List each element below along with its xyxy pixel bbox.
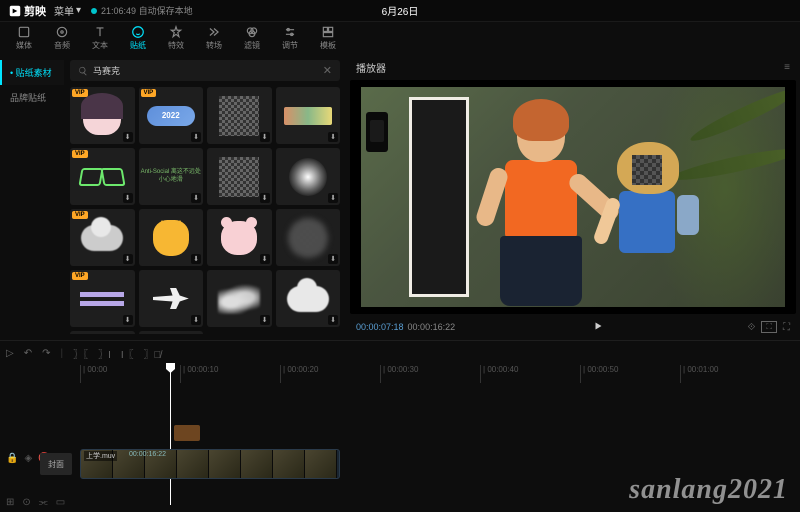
vip-badge: VIP bbox=[72, 211, 88, 219]
sticker-item[interactable]: ⬇ bbox=[207, 87, 272, 144]
sticker-item[interactable] bbox=[139, 331, 204, 334]
download-icon[interactable]: ⬇ bbox=[328, 132, 338, 142]
sticker-item[interactable]: VIP ⬇ bbox=[70, 148, 135, 205]
autosave-status: 21:06:49 自动保存本地 bbox=[91, 4, 193, 17]
download-icon[interactable]: ⬇ bbox=[328, 254, 338, 264]
category-tabs: 媒体 音频 文本 贴纸 特效 转场 滤镜 调节 模板 bbox=[0, 22, 800, 54]
sticker-side-nav: • 贴纸素材 品牌贴纸 bbox=[0, 54, 64, 340]
clip-duration: 00:00:16:22 bbox=[129, 451, 166, 458]
fullscreen-icon[interactable]: ⛶ bbox=[783, 322, 790, 333]
menu-button[interactable]: 菜单 ▾ bbox=[54, 3, 81, 18]
search-input[interactable] bbox=[88, 66, 323, 76]
sticker-item[interactable]: ⬇ bbox=[139, 209, 204, 266]
sticker-item[interactable]: ⬇ bbox=[276, 270, 341, 327]
sticker-item[interactable]: VIP ⬇ bbox=[70, 270, 135, 327]
preview-title: 播放器 bbox=[356, 60, 386, 75]
timeline-ruler[interactable]: | 00:00 | 00:00:10 | 00:00:20 | 00:00:30… bbox=[0, 365, 800, 383]
split-left-icon[interactable]: 〗I bbox=[98, 346, 111, 361]
preview-cut-icon[interactable]: ▭ bbox=[56, 497, 65, 508]
vip-badge: VIP bbox=[72, 272, 88, 280]
tab-adjust[interactable]: 调节 bbox=[272, 23, 308, 53]
side-item-brand[interactable]: 品牌贴纸 bbox=[0, 85, 64, 110]
download-icon[interactable]: ⬇ bbox=[191, 315, 201, 325]
vip-badge: VIP bbox=[141, 89, 157, 97]
sticker-item[interactable]: VIP ⬇ bbox=[70, 87, 135, 144]
sticker-item[interactable] bbox=[70, 331, 135, 334]
pointer-tool-icon[interactable]: ▷ bbox=[6, 348, 14, 359]
sticker-item[interactable]: ⬇ bbox=[276, 209, 341, 266]
vip-badge: VIP bbox=[72, 89, 88, 97]
project-title: 6月26日 bbox=[382, 3, 419, 18]
download-icon[interactable]: ⬇ bbox=[123, 315, 133, 325]
download-icon[interactable]: ⬇ bbox=[328, 193, 338, 203]
clear-search-icon[interactable]: ✕ bbox=[323, 64, 332, 77]
preview-viewport[interactable] bbox=[350, 80, 796, 314]
split-icon[interactable]: 〗〖 bbox=[73, 346, 88, 361]
undo-icon[interactable]: ↶ bbox=[24, 348, 32, 359]
tab-filter[interactable]: 滤镜 bbox=[234, 23, 270, 53]
sticker-item[interactable]: ⬇ bbox=[276, 148, 341, 205]
toggle-track-icon[interactable]: ⊞ bbox=[6, 497, 14, 508]
tab-sticker[interactable]: 贴纸 bbox=[120, 23, 156, 53]
download-icon[interactable]: ⬇ bbox=[260, 132, 270, 142]
timeline-toolbar: ▷ ↶ ↷ | 〗〖 〗I I〖 〗〖̸ bbox=[0, 341, 800, 365]
sticker-item[interactable]: ⬇ bbox=[207, 270, 272, 327]
clip-name: 上学.muv bbox=[84, 451, 117, 461]
tab-media[interactable]: 媒体 bbox=[6, 23, 42, 53]
track-lock-icon[interactable]: 🔒 bbox=[6, 453, 18, 464]
tab-template[interactable]: 模板 bbox=[310, 23, 346, 53]
sticker-item[interactable]: VIP ⬇ bbox=[70, 209, 135, 266]
crop-icon[interactable]: ⛶ bbox=[761, 321, 777, 333]
tab-effect[interactable]: 特效 bbox=[158, 23, 194, 53]
app-logo: 剪映 bbox=[8, 3, 46, 19]
ratio-icon[interactable]: ⟐ bbox=[748, 322, 756, 333]
tab-text[interactable]: 文本 bbox=[82, 23, 118, 53]
sticker-item[interactable]: ⬇ bbox=[207, 209, 272, 266]
download-icon[interactable]: ⬇ bbox=[123, 132, 133, 142]
link-icon[interactable]: ⫘ bbox=[39, 497, 48, 508]
side-item-material[interactable]: • 贴纸素材 bbox=[0, 60, 64, 85]
time-total: 00:00:16:22 bbox=[408, 322, 456, 332]
download-icon[interactable]: ⬇ bbox=[260, 315, 270, 325]
download-icon[interactable]: ⬇ bbox=[191, 132, 201, 142]
split-right-icon[interactable]: I〖 bbox=[121, 346, 134, 361]
cover-button[interactable]: 封面 bbox=[40, 453, 72, 475]
magnet-icon[interactable]: ⊙ bbox=[22, 497, 30, 508]
sticker-clip[interactable] bbox=[174, 425, 200, 441]
sticker-item[interactable]: Anti-Social 离这不远处 小心地滑⬇ bbox=[139, 148, 204, 205]
redo-icon[interactable]: ↷ bbox=[42, 348, 50, 359]
sticker-grid: VIP ⬇ VIP2022⬇ ⬇ ⬇ VIP ⬇ Anti-Social 离这不远处… bbox=[70, 87, 340, 334]
play-button[interactable] bbox=[592, 320, 604, 334]
download-icon[interactable]: ⬇ bbox=[123, 254, 133, 264]
time-current: 00:00:07:18 bbox=[356, 322, 404, 332]
vip-badge: VIP bbox=[72, 150, 88, 158]
sticker-item[interactable]: ⬇ bbox=[207, 148, 272, 205]
search-icon bbox=[78, 66, 88, 76]
track-visible-icon[interactable]: ◈ bbox=[24, 453, 32, 464]
preview-menu-icon[interactable]: ≡ bbox=[784, 62, 790, 73]
timeline-tracks[interactable]: 🔒 ◈ 🔇 封面 上学.muv 00:00:16:22 ⊞ ⊙ ⫘ ▭ bbox=[0, 383, 800, 512]
sticker-item[interactable]: ⬇ bbox=[276, 87, 341, 144]
video-clip[interactable]: 上学.muv 00:00:16:22 bbox=[80, 449, 340, 479]
download-icon[interactable]: ⬇ bbox=[260, 193, 270, 203]
search-bar[interactable]: ✕ bbox=[70, 60, 340, 81]
download-icon[interactable]: ⬇ bbox=[328, 315, 338, 325]
tab-audio[interactable]: 音频 bbox=[44, 23, 80, 53]
delete-split-icon[interactable]: 〗〖̸ bbox=[144, 346, 162, 361]
download-icon[interactable]: ⬇ bbox=[123, 193, 133, 203]
download-icon[interactable]: ⬇ bbox=[191, 193, 201, 203]
sticker-item[interactable]: VIP2022⬇ bbox=[139, 87, 204, 144]
download-icon[interactable]: ⬇ bbox=[191, 254, 201, 264]
download-icon[interactable]: ⬇ bbox=[260, 254, 270, 264]
tab-transition[interactable]: 转场 bbox=[196, 23, 232, 53]
sticker-item[interactable]: ⬇ bbox=[139, 270, 204, 327]
